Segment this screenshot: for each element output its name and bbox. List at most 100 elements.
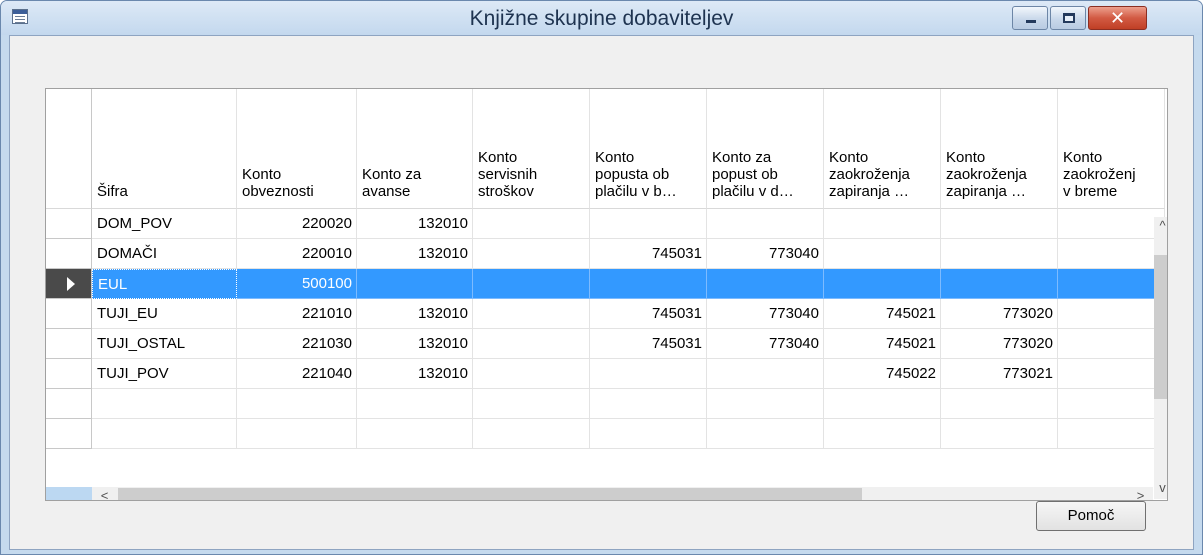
cell-konto-zaokrozenja-2[interactable] — [941, 239, 1058, 269]
table-row[interactable] — [92, 389, 1165, 419]
cell-konto-za-avanse[interactable] — [357, 389, 473, 419]
cell-konto-popust-d[interactable] — [707, 359, 824, 389]
cell-konto-zaokrozenj-breme[interactable] — [1058, 389, 1165, 419]
column-header-konto-zaokrozenja-2[interactable]: Konto zaokroženja zapiranja … — [941, 89, 1058, 209]
cell-konto-obveznosti[interactable]: 220020 — [237, 209, 357, 239]
cell-konto-servisnih-stroskov[interactable] — [473, 239, 590, 269]
cell-konto-popust-d[interactable] — [707, 419, 824, 449]
table-row[interactable]: TUJI_POV 221040 132010 745022 773021 — [92, 359, 1165, 389]
cell-konto-popusta-b[interactable] — [590, 269, 707, 299]
cell-konto-za-avanse[interactable]: 132010 — [357, 329, 473, 359]
table-row[interactable]: DOM_POV 220020 132010 — [92, 209, 1165, 239]
cell-konto-obveznosti[interactable]: 221010 — [237, 299, 357, 329]
cell-konto-servisnih-stroskov[interactable] — [473, 269, 590, 299]
cell-sifra[interactable]: DOMAČI — [92, 239, 237, 269]
table-row[interactable]: EUL 500100 — [92, 269, 1165, 299]
cell-konto-zaokrozenja-1[interactable] — [824, 389, 941, 419]
cell-konto-za-avanse[interactable]: 132010 — [357, 299, 473, 329]
scroll-up-icon[interactable]: ^ — [1154, 217, 1167, 234]
cell-konto-popust-d[interactable]: 773040 — [707, 299, 824, 329]
cell-sifra[interactable]: EUL — [92, 269, 237, 299]
row-selector[interactable] — [46, 389, 92, 419]
cell-konto-za-avanse[interactable]: 132010 — [357, 209, 473, 239]
cell-konto-zaokrozenj-breme[interactable] — [1058, 209, 1165, 239]
minimize-button[interactable] — [1012, 6, 1048, 30]
cell-konto-za-avanse[interactable] — [357, 269, 473, 299]
cell-konto-zaokrozenja-1[interactable]: 745021 — [824, 299, 941, 329]
cell-sifra[interactable]: TUJI_OSTAL — [92, 329, 237, 359]
cell-konto-zaokrozenj-breme[interactable] — [1058, 269, 1165, 299]
cell-konto-zaokrozenja-1[interactable] — [824, 239, 941, 269]
cell-sifra[interactable] — [92, 389, 237, 419]
cell-konto-zaokrozenja-1[interactable]: 745022 — [824, 359, 941, 389]
cell-konto-zaokrozenj-breme[interactable] — [1058, 239, 1165, 269]
cell-konto-popust-d[interactable]: 773040 — [707, 239, 824, 269]
cell-konto-popusta-b[interactable]: 745031 — [590, 329, 707, 359]
cell-konto-zaokrozenja-1[interactable]: 745021 — [824, 329, 941, 359]
column-header-konto-popust-d[interactable]: Konto za popust ob plačilu v d… — [707, 89, 824, 209]
cell-konto-servisnih-stroskov[interactable] — [473, 359, 590, 389]
cell-konto-za-avanse[interactable]: 132010 — [357, 359, 473, 389]
column-header-konto-za-avanse[interactable]: Konto za avanse — [357, 89, 473, 209]
row-selector[interactable] — [46, 239, 92, 269]
cell-konto-zaokrozenja-2[interactable] — [941, 209, 1058, 239]
cell-konto-popusta-b[interactable]: 745031 — [590, 239, 707, 269]
cell-konto-servisnih-stroskov[interactable] — [473, 329, 590, 359]
horizontal-scrollbar[interactable]: < > — [92, 487, 1153, 500]
row-selector[interactable] — [46, 299, 92, 329]
cell-konto-obveznosti[interactable]: 221040 — [237, 359, 357, 389]
cell-konto-popust-d[interactable]: 773040 — [707, 329, 824, 359]
cell-konto-zaokrozenja-1[interactable] — [824, 209, 941, 239]
cell-konto-popusta-b[interactable] — [590, 209, 707, 239]
cell-konto-zaokrozenja-2[interactable] — [941, 269, 1058, 299]
cell-konto-popusta-b[interactable] — [590, 359, 707, 389]
cell-konto-zaokrozenja-1[interactable] — [824, 269, 941, 299]
row-selector[interactable] — [46, 359, 92, 389]
cell-konto-za-avanse[interactable] — [357, 419, 473, 449]
cell-konto-zaokrozenja-2[interactable] — [941, 389, 1058, 419]
data-grid[interactable]: Šifra Konto obveznosti Konto za avanse Kont… — [45, 88, 1168, 501]
cell-konto-popust-d[interactable] — [707, 209, 824, 239]
scroll-down-icon[interactable]: v — [1154, 479, 1167, 496]
cell-konto-zaokrozenj-breme[interactable] — [1058, 419, 1165, 449]
cell-konto-servisnih-stroskov[interactable] — [473, 389, 590, 419]
cell-sifra[interactable]: DOM_POV — [92, 209, 237, 239]
table-row[interactable]: TUJI_EU 221010 132010 745031 773040 745021 773… — [92, 299, 1165, 329]
vertical-scrollbar[interactable]: ^ v — [1154, 217, 1167, 499]
cell-konto-zaokrozenj-breme[interactable] — [1058, 299, 1165, 329]
cell-sifra[interactable] — [92, 419, 237, 449]
cell-konto-zaokrozenja-2[interactable]: 773020 — [941, 299, 1058, 329]
cell-sifra[interactable]: TUJI_POV — [92, 359, 237, 389]
cell-konto-zaokrozenja-2[interactable] — [941, 419, 1058, 449]
cell-konto-zaokrozenja-1[interactable] — [824, 419, 941, 449]
column-header-konto-popusta-b[interactable]: Konto popusta ob plačilu v b… — [590, 89, 707, 209]
help-button[interactable]: Pomoč — [1036, 501, 1146, 531]
scroll-left-icon[interactable]: < — [96, 487, 113, 500]
cell-konto-servisnih-stroskov[interactable] — [473, 209, 590, 239]
cell-konto-za-avanse[interactable]: 132010 — [357, 239, 473, 269]
cell-konto-popust-d[interactable] — [707, 389, 824, 419]
cell-konto-popust-d[interactable] — [707, 269, 824, 299]
close-button[interactable]: ✕ — [1088, 6, 1147, 30]
cell-konto-zaokrozenj-breme[interactable] — [1058, 329, 1165, 359]
cell-konto-servisnih-stroskov[interactable] — [473, 299, 590, 329]
row-selector[interactable] — [46, 419, 92, 449]
table-row[interactable]: DOMAČI 220010 132010 745031 773040 — [92, 239, 1165, 269]
column-header-konto-zaokrozenj-breme[interactable]: Konto zaokroženj v breme — [1058, 89, 1165, 209]
cell-konto-obveznosti[interactable] — [237, 419, 357, 449]
cell-konto-popusta-b[interactable]: 745031 — [590, 299, 707, 329]
row-selector[interactable] — [46, 209, 92, 239]
cell-konto-obveznosti[interactable]: 220010 — [237, 239, 357, 269]
cell-konto-popusta-b[interactable] — [590, 419, 707, 449]
cell-konto-zaokrozenj-breme[interactable] — [1058, 359, 1165, 389]
column-header-konto-servisnih-stroskov[interactable]: Konto servisnih stroškov — [473, 89, 590, 209]
cell-konto-obveznosti[interactable]: 221030 — [237, 329, 357, 359]
column-header-konto-obveznosti[interactable]: Konto obveznosti — [237, 89, 357, 209]
cell-sifra[interactable]: TUJI_EU — [92, 299, 237, 329]
cell-konto-zaokrozenja-2[interactable]: 773020 — [941, 329, 1058, 359]
cell-konto-zaokrozenja-2[interactable]: 773021 — [941, 359, 1058, 389]
row-selector[interactable] — [46, 329, 92, 359]
cell-konto-obveznosti[interactable]: 500100 — [237, 269, 357, 299]
cell-konto-obveznosti[interactable] — [237, 389, 357, 419]
table-row[interactable] — [92, 419, 1165, 449]
